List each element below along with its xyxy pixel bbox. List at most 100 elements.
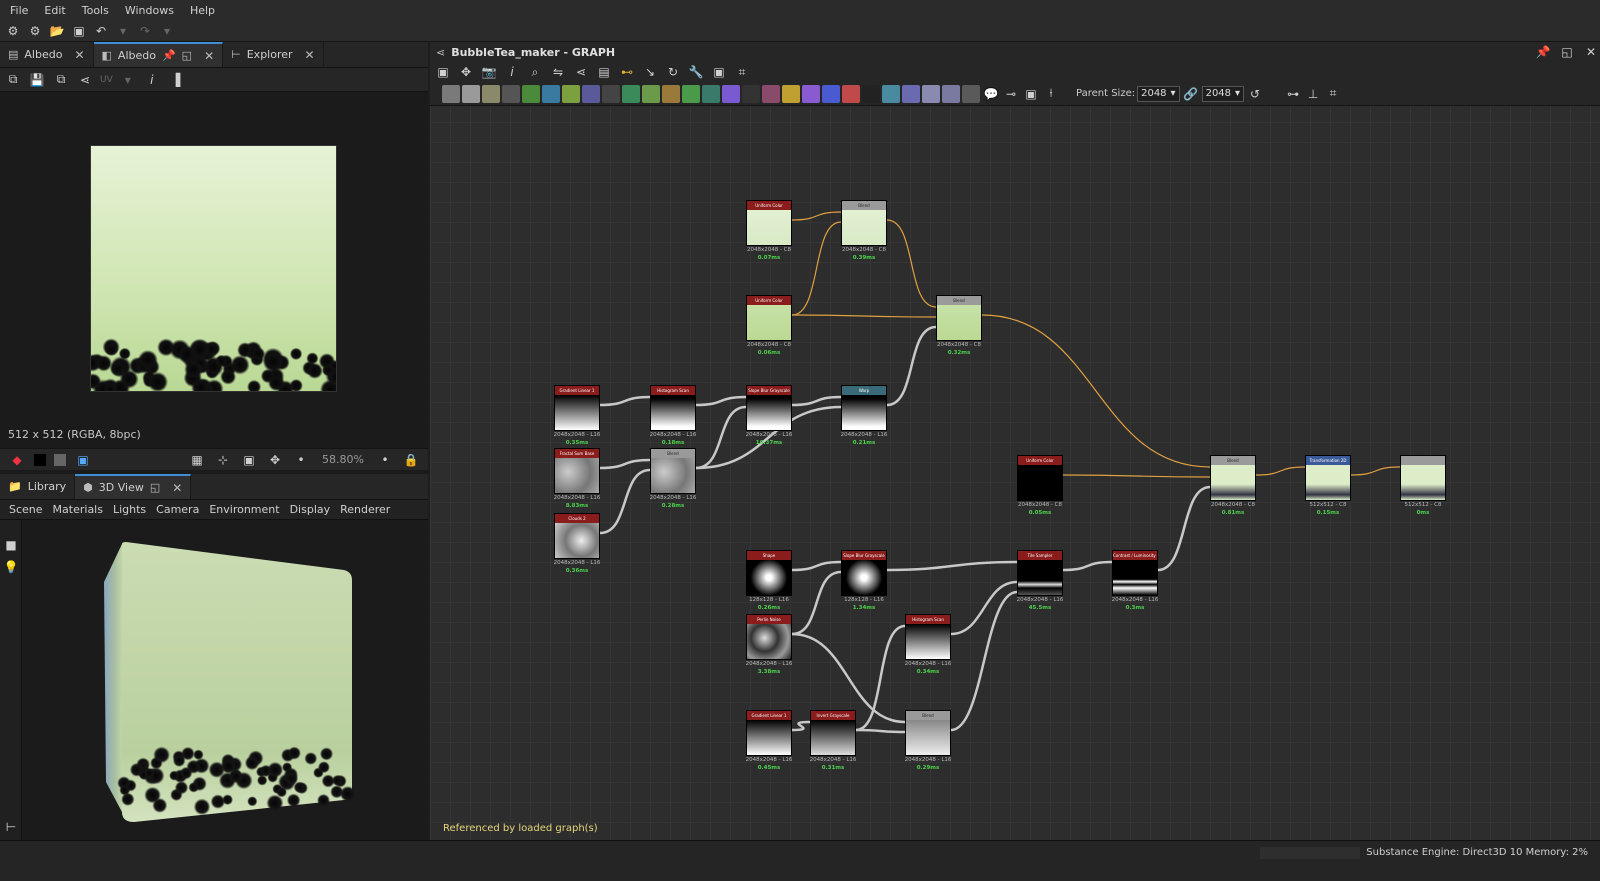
tiling-icon[interactable]: ⊹ — [214, 451, 232, 469]
link-icon[interactable]: ⇋ — [549, 63, 567, 81]
select-node-button[interactable] — [822, 84, 840, 103]
close-icon[interactable]: ✕ — [305, 48, 315, 62]
frame-all-icon[interactable]: ▣ — [434, 63, 452, 81]
menu-renderer[interactable]: Renderer — [335, 503, 395, 516]
align-icon[interactable]: ⋖ — [572, 63, 590, 81]
graph-node[interactable]: Uniform Color — [1017, 455, 1063, 501]
graph-input-button[interactable] — [882, 84, 900, 103]
graph-node[interactable]: Shape — [746, 550, 792, 596]
pin-icon[interactable]: ⍿ — [1042, 85, 1060, 103]
reset-icon[interactable]: ↺ — [1246, 85, 1264, 103]
close-icon[interactable]: ✕ — [204, 49, 214, 63]
graph-node[interactable]: Blend — [1210, 455, 1256, 501]
new-graph-icon[interactable]: ⚙ — [26, 22, 44, 40]
pixel-node-button[interactable] — [862, 84, 880, 103]
float-icon[interactable]: ◱ — [1558, 43, 1576, 61]
paint-node-button[interactable] — [842, 84, 860, 103]
info-icon[interactable]: i — [143, 71, 161, 89]
gradient-node-button[interactable] — [562, 84, 580, 103]
save-icon[interactable]: 💾 — [28, 71, 46, 89]
graph-node[interactable]: Blend — [650, 448, 696, 494]
export-icon[interactable]: ⧉ — [52, 71, 70, 89]
menu-materials[interactable]: Materials — [48, 503, 108, 516]
graph-node[interactable]: Histogram Scan — [905, 614, 951, 660]
pin-icon[interactable]: 📌 — [1534, 43, 1552, 61]
checker-background-swatch[interactable] — [54, 453, 66, 466]
parent-width-select[interactable]: 2048 ▾ — [1137, 85, 1180, 102]
mirror-node-button[interactable] — [782, 84, 800, 103]
frame-icon[interactable]: ▣ — [1022, 85, 1040, 103]
frame-selected-icon[interactable]: ✥ — [457, 63, 475, 81]
menu-help[interactable]: Help — [186, 4, 227, 17]
redo-icon[interactable]: ↷ — [136, 22, 154, 40]
comment-icon[interactable]: ▤ — [595, 63, 613, 81]
zoom-slider-handle[interactable]: • — [292, 451, 310, 469]
graph-node[interactable]: Clouds 2 — [554, 513, 600, 559]
lock-icon[interactable]: 🔒 — [402, 451, 420, 469]
layout-icon[interactable]: ⌗ — [1324, 85, 1342, 103]
camera-icon[interactable]: ■ — [2, 536, 20, 554]
zoom-slider-handle-right[interactable]: • — [376, 451, 394, 469]
graph-node[interactable]: Gradient Linear 1 — [746, 710, 792, 756]
transform-node-button[interactable] — [542, 84, 560, 103]
chevron-down-icon[interactable]: ▾ — [119, 71, 137, 89]
graph-node[interactable]: Slope Blur Grayscale — [746, 385, 792, 431]
menu-windows[interactable]: Windows — [121, 4, 186, 17]
tree-icon[interactable]: ⊢ — [2, 818, 20, 836]
pan-icon[interactable]: ✥ — [266, 451, 284, 469]
graph-node[interactable]: Blend — [905, 710, 951, 756]
reroute-icon[interactable]: ↘ — [641, 63, 659, 81]
menu-display[interactable]: Display — [285, 503, 336, 516]
link-icon[interactable]: 🔗 — [1182, 85, 1200, 103]
tab-3d-view[interactable]: ⬢ 3D View ◱ ✕ — [75, 474, 192, 499]
align-horizontal-icon[interactable]: ⊶ — [1284, 85, 1302, 103]
3d-cube-preview[interactable] — [104, 542, 354, 822]
share-icon[interactable]: ⋖ — [76, 71, 94, 89]
save-all-icon[interactable]: ▣ — [70, 22, 88, 40]
graph-node[interactable]: Fractal Sum Base — [554, 448, 600, 494]
graph-node[interactable]: Histogram Scan — [650, 385, 696, 431]
close-icon[interactable]: ✕ — [1582, 43, 1600, 61]
screenshot-icon[interactable]: 📷 — [480, 63, 498, 81]
close-icon[interactable]: ✕ — [172, 481, 182, 495]
svg-node-button[interactable] — [462, 84, 480, 103]
float-icon[interactable]: ◱ — [182, 49, 192, 62]
hsl-node-button[interactable] — [582, 84, 600, 103]
graph-node[interactable]: Blend — [841, 200, 887, 246]
distance-node-button[interactable] — [762, 84, 780, 103]
graph-node[interactable]: Blend — [936, 295, 982, 341]
cycle-icon[interactable]: ↻ — [664, 63, 682, 81]
menu-tools[interactable]: Tools — [78, 4, 121, 17]
uv-toggle[interactable]: UV — [100, 71, 113, 89]
graph-node[interactable]: Gradient Linear 1 — [554, 385, 600, 431]
fit-icon[interactable]: ▣ — [240, 451, 258, 469]
levels-node-button[interactable] — [682, 84, 700, 103]
text-node-button[interactable] — [802, 84, 820, 103]
pin-node-button[interactable] — [942, 84, 960, 103]
menu-environment[interactable]: Environment — [204, 503, 284, 516]
frame-icon[interactable]: ▣ — [710, 63, 728, 81]
redo-dropdown-icon[interactable]: ▾ — [158, 22, 176, 40]
noise-node-button[interactable] — [742, 84, 760, 103]
tab-albedo-2[interactable]: ◧ Albedo 📌 ◱ ✕ — [93, 42, 224, 67]
frame-node-button[interactable] — [922, 84, 940, 103]
undo-icon[interactable]: ↶ — [92, 22, 110, 40]
tab-albedo-1[interactable]: ▤ Albedo ✕ — [0, 42, 94, 67]
bitmap-node-button[interactable] — [442, 84, 460, 103]
float-icon[interactable]: ◱ — [150, 481, 160, 494]
pin-icon[interactable]: 📌 — [162, 49, 176, 62]
graph-output-button[interactable] — [902, 84, 920, 103]
align-vertical-icon[interactable]: ⊥ — [1304, 85, 1322, 103]
menu-camera[interactable]: Camera — [151, 503, 204, 516]
menu-scene[interactable]: Scene — [4, 503, 48, 516]
layers-icon[interactable]: ◆ — [8, 451, 26, 469]
undo-dropdown-icon[interactable]: ▾ — [114, 22, 132, 40]
graph-node[interactable]: Uniform Color — [746, 200, 792, 246]
graph-node[interactable]: Warp — [841, 385, 887, 431]
graph-node[interactable]: Contrast / Luminosity G... — [1112, 550, 1158, 596]
menu-lights[interactable]: Lights — [108, 503, 151, 516]
output-node-button[interactable] — [962, 84, 980, 103]
close-icon[interactable]: ✕ — [74, 48, 84, 62]
tab-explorer[interactable]: ⊢ Explorer ✕ — [223, 42, 324, 67]
warp-node-button[interactable] — [662, 84, 680, 103]
